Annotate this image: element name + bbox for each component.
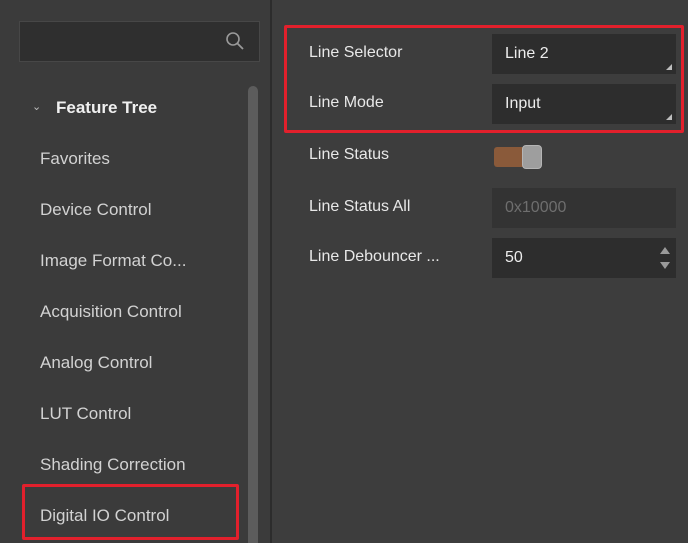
- spin-down-icon[interactable]: [660, 262, 670, 269]
- tree-item-shading-correction[interactable]: Shading Correction: [0, 439, 245, 490]
- spinbox-value: 50: [505, 249, 523, 266]
- tree-header-label: Feature Tree: [56, 98, 158, 117]
- property-label: Line Debouncer ...: [309, 248, 440, 265]
- toggle-knob: [522, 145, 542, 169]
- tree-item-acquisition-control[interactable]: Acquisition Control: [0, 286, 245, 337]
- tree-item-device-control[interactable]: Device Control: [0, 184, 245, 235]
- highlight-box-line-settings: [284, 25, 684, 133]
- tree-item-image-format-control[interactable]: Image Format Co...: [0, 235, 245, 286]
- search-input[interactable]: [19, 21, 260, 62]
- spin-up-icon[interactable]: [660, 247, 670, 254]
- property-row-line-debouncer: Line Debouncer ... 50: [272, 235, 688, 279]
- highlight-box-digital-io: [22, 484, 239, 540]
- readonly-value: 0x10000: [505, 199, 567, 216]
- tree-item-favorites[interactable]: Favorites: [0, 133, 245, 184]
- search-icon[interactable]: [225, 31, 245, 51]
- line-status-all-field: 0x10000: [492, 188, 676, 228]
- tree-header-feature-tree[interactable]: ⌄ Feature Tree: [0, 82, 245, 133]
- tree-item-analog-control[interactable]: Analog Control: [0, 337, 245, 388]
- property-row-line-status-all: Line Status All 0x10000: [272, 185, 688, 229]
- spin-buttons[interactable]: [660, 247, 670, 269]
- tree-scrollbar[interactable]: [248, 86, 258, 543]
- property-row-line-status: Line Status: [272, 133, 688, 177]
- feature-tree: ⌄ Feature Tree Favorites Device Control …: [0, 82, 245, 541]
- chevron-down-icon: ⌄: [32, 101, 42, 113]
- line-debouncer-spinbox[interactable]: 50: [492, 238, 676, 278]
- line-status-toggle[interactable]: [494, 145, 548, 169]
- property-label: Line Status All: [309, 198, 411, 215]
- property-label: Line Status: [309, 146, 390, 163]
- tree-item-lut-control[interactable]: LUT Control: [0, 388, 245, 439]
- feature-tree-panel: ⌄ Feature Tree Favorites Device Control …: [0, 0, 270, 543]
